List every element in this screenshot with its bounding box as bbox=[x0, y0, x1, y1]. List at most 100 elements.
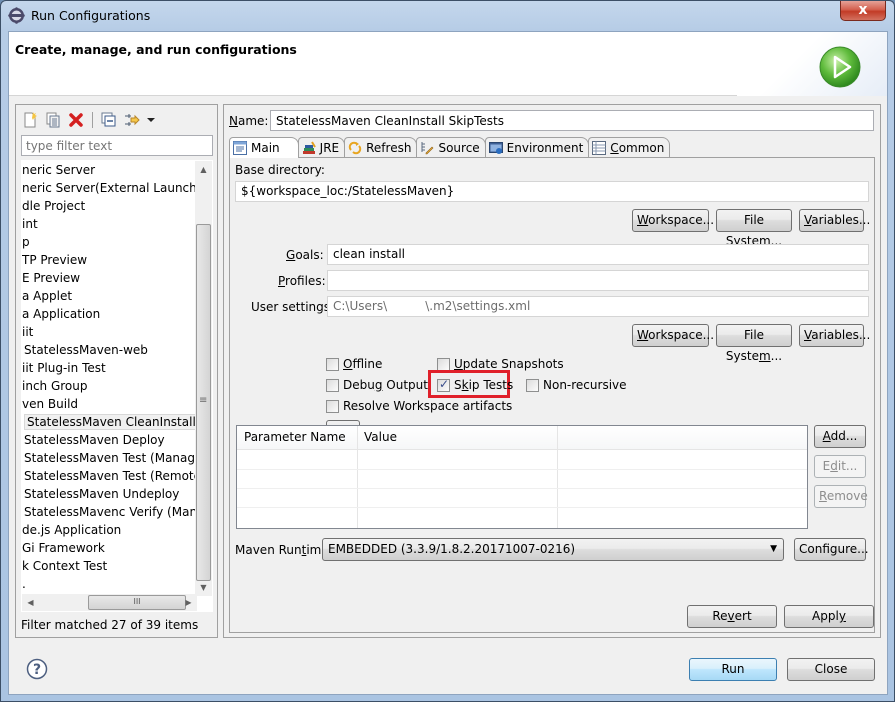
resolve-workspace-checkbox-box[interactable] bbox=[326, 399, 339, 413]
tree-item[interactable]: iit bbox=[22, 323, 197, 341]
svg-text:?: ? bbox=[33, 662, 41, 678]
settings-variables-button[interactable]: Variables... bbox=[799, 324, 870, 347]
horizontal-scroll-thumb[interactable]: III bbox=[88, 595, 186, 610]
debug-output-checkbox-box[interactable] bbox=[326, 378, 339, 392]
apply-button[interactable]: Apply bbox=[784, 605, 874, 628]
window-close-button[interactable]: x bbox=[840, 1, 886, 21]
tree-item-label: inch Group bbox=[22, 379, 88, 393]
profiles-input[interactable] bbox=[327, 270, 869, 291]
tree-item[interactable]: StatelessMaven-web bbox=[24, 341, 199, 359]
duplicate-icon bbox=[46, 112, 60, 128]
revert-button[interactable]: Revert bbox=[687, 605, 777, 628]
vertical-scroll-thumb[interactable]: ≡ bbox=[196, 224, 211, 581]
run-button[interactable]: Run bbox=[689, 658, 777, 681]
non-recursive-label: Non-recursive bbox=[543, 378, 627, 392]
skip-tests-checkbox[interactable]: Skip Tests bbox=[437, 377, 513, 393]
add-parameter-button[interactable]: Add... bbox=[814, 425, 866, 448]
filter-button[interactable] bbox=[122, 110, 142, 130]
tree-item[interactable]: a Application bbox=[22, 305, 197, 323]
filter-input[interactable] bbox=[21, 135, 213, 156]
tree-item-label: a Application bbox=[22, 307, 101, 321]
tree-item[interactable]: inch Group bbox=[22, 377, 197, 395]
tab-environment[interactable]: Environment bbox=[484, 137, 590, 157]
tree-item[interactable]: neric Server(External Launch) bbox=[22, 179, 197, 197]
window-title: Run Configurations bbox=[31, 8, 151, 23]
maven-runtime-select[interactable]: EMBEDDED (3.3.9/1.8.2.20171007-0216) ▼ bbox=[322, 538, 784, 561]
tree-item[interactable]: de.js Application bbox=[22, 521, 197, 539]
scroll-up-arrow-icon[interactable]: ▲ bbox=[195, 161, 212, 178]
scroll-right-arrow-icon[interactable]: ▶ bbox=[180, 594, 197, 611]
help-question-icon[interactable]: ? bbox=[26, 658, 48, 680]
update-snapshots-checkbox-box[interactable] bbox=[437, 357, 450, 371]
column-header-value[interactable]: Value bbox=[364, 430, 397, 444]
header-banner bbox=[737, 32, 887, 96]
table-row-line bbox=[237, 488, 807, 489]
tree-item[interactable]: int bbox=[22, 215, 197, 233]
tree-horizontal-scrollbar[interactable]: ◀ III ▶ bbox=[22, 594, 197, 611]
base-directory-input[interactable]: ${workspace_loc:/StatelessMaven} bbox=[235, 181, 869, 202]
tree-item[interactable]: k Context Test bbox=[22, 557, 197, 575]
debug-output-checkbox[interactable]: Debug Output bbox=[326, 377, 428, 393]
close-icon: x bbox=[858, 2, 868, 18]
tab-common[interactable]: Common bbox=[588, 137, 671, 157]
tree-item-label: a Applet bbox=[22, 289, 73, 303]
tab-source[interactable]: Source bbox=[416, 137, 486, 157]
non-recursive-checkbox[interactable]: Non-recursive bbox=[526, 377, 627, 393]
tree-item[interactable]: Gi Framework bbox=[22, 539, 197, 557]
settings-workspace-button[interactable]: Workspace... bbox=[632, 324, 714, 347]
resolve-workspace-checkbox[interactable]: Resolve Workspace artifacts bbox=[326, 398, 512, 414]
tab-refresh[interactable]: Refresh bbox=[344, 137, 418, 157]
tab-main[interactable]: Main bbox=[229, 137, 299, 158]
collapse-all-button[interactable] bbox=[99, 110, 119, 130]
non-recursive-checkbox-box[interactable] bbox=[526, 378, 539, 392]
base-file-system-button[interactable]: File System... bbox=[716, 209, 792, 248]
configuration-name-input[interactable] bbox=[270, 110, 874, 131]
tree-item[interactable]: StatelessMaven Deploy bbox=[24, 431, 199, 449]
main-tab-content: Base directory: ${workspace_loc:/Statele… bbox=[229, 157, 875, 633]
tree-item[interactable]: ven Build bbox=[22, 395, 197, 413]
tree-item[interactable]: iit Plug-in Test bbox=[22, 359, 197, 377]
configure-runtime-button[interactable]: Configure... bbox=[794, 538, 869, 561]
tree-vertical-scrollbar[interactable]: ▲ ≡ ▼ bbox=[195, 161, 212, 596]
settings-file-system-button[interactable]: File System... bbox=[716, 324, 792, 363]
update-snapshots-label: Update Snapshots bbox=[454, 357, 564, 371]
tree-item[interactable]: a Applet bbox=[22, 287, 197, 305]
tree-item-label: E Preview bbox=[22, 271, 81, 285]
remove-parameter-button[interactable]: Remove bbox=[814, 485, 868, 508]
scroll-left-arrow-icon[interactable]: ◀ bbox=[22, 594, 39, 611]
close-button[interactable]: Close bbox=[787, 658, 875, 681]
tree-item[interactable]: StatelessMaven Test (Managed) bbox=[24, 449, 199, 467]
tab-common-label: Common bbox=[610, 140, 665, 155]
base-workspace-button[interactable]: Workspace... bbox=[632, 209, 714, 232]
tab-jre[interactable]: JRE bbox=[297, 137, 346, 157]
tree-item[interactable]: dle Project bbox=[22, 197, 197, 215]
new-configuration-button[interactable] bbox=[20, 110, 40, 130]
scroll-down-arrow-icon[interactable]: ▼ bbox=[195, 579, 212, 596]
tree-item[interactable]: neric Server bbox=[22, 161, 197, 179]
tree-item[interactable]: . bbox=[22, 575, 197, 593]
tree-item[interactable]: E Preview bbox=[22, 269, 197, 287]
tree-item-label: StatelessMaven Test (Managed) bbox=[24, 451, 199, 465]
user-settings-input[interactable]: C:\Users\ \.m2\settings.xml bbox=[327, 296, 869, 317]
edit-parameter-button[interactable]: Edit... bbox=[814, 455, 866, 478]
view-menu-button[interactable] bbox=[145, 110, 157, 130]
duplicate-button[interactable] bbox=[43, 110, 63, 130]
tree-item-label: dle Project bbox=[22, 199, 86, 213]
tree-item[interactable]: TP Preview bbox=[22, 251, 197, 269]
tree-item[interactable]: StatelessMaven Undeploy bbox=[24, 485, 199, 503]
dropdown-arrow-icon bbox=[147, 118, 155, 122]
offline-checkbox-box[interactable] bbox=[326, 357, 339, 371]
delete-button[interactable] bbox=[66, 110, 86, 130]
tree-item[interactable]: StatelessMavenc Verify (Managed bbox=[24, 503, 199, 521]
base-directory-label: Base directory: bbox=[235, 163, 325, 177]
toolbar-separator bbox=[92, 112, 93, 128]
base-variables-button[interactable]: Variables... bbox=[799, 209, 870, 232]
tree-item-label: Gi Framework bbox=[22, 541, 105, 555]
skip-tests-checkbox-box[interactable] bbox=[437, 377, 450, 392]
tree-item[interactable]: StatelessMaven CleanInstall bbox=[24, 413, 199, 431]
offline-checkbox[interactable]: Offline bbox=[326, 356, 382, 372]
tree-item[interactable]: StatelessMaven Test (Remote) bbox=[24, 467, 199, 485]
tree-item[interactable]: p bbox=[22, 233, 197, 251]
goals-input[interactable]: clean install bbox=[327, 244, 869, 265]
column-header-parameter-name[interactable]: Parameter Name bbox=[244, 430, 346, 444]
